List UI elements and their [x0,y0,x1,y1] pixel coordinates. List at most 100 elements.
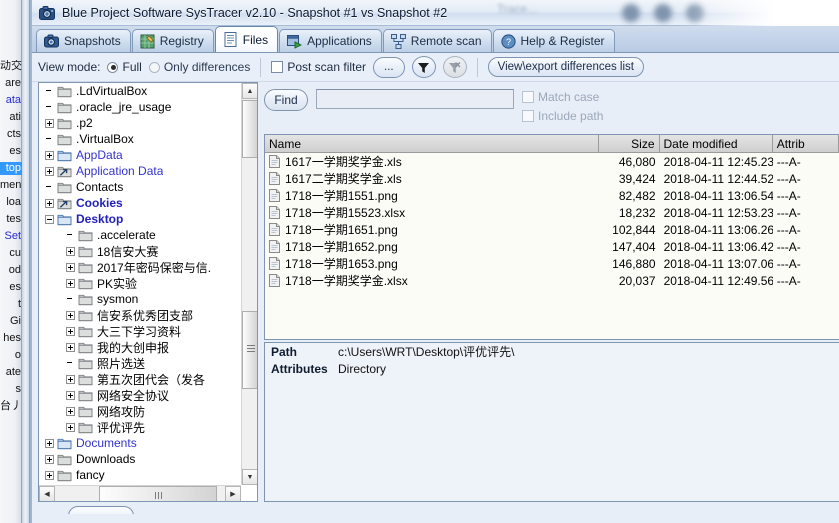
tree-expander-plus-icon[interactable] [45,118,54,128]
column-header-size[interactable]: Size [599,135,660,152]
tree-item[interactable]: 照片选送 [39,355,241,371]
tab-applications[interactable]: Applications [279,29,382,52]
tree-expander-plus-icon[interactable] [45,198,54,208]
file-list-rows[interactable]: 1617一学期奖学金.xls 46,080 2018-04-11 12:45.23-… [265,153,839,289]
tree-h-scroll-thumb[interactable] [99,486,217,501]
tree-item[interactable]: 我的大创申报 [39,339,241,355]
find-button[interactable]: Find [264,89,308,111]
background-tree-item[interactable]: tes [0,213,22,226]
background-explorer-window[interactable]: 动交 are ata ati cts es top men loa tes Set cu od es t Gi… [0,0,22,523]
ellipsis-button[interactable]: ... [373,56,405,78]
tree-item[interactable]: .LdVirtualBox [39,83,241,99]
tree-horizontal-scrollbar[interactable]: ◀ ▶ [39,485,241,501]
column-header-date[interactable]: Date modified [660,135,773,152]
background-tree-item[interactable]: cu [0,247,22,260]
file-list[interactable]: Name Size Date modified Attrib 1617一学期奖学… [264,134,839,340]
tree-v-scroll-thumb[interactable] [242,311,257,389]
table-row[interactable]: 1718一学期1651.png 102,844 2018-04-11 13:06.2… [265,221,839,238]
background-tree-item[interactable]: top [0,162,22,175]
scroll-up-button[interactable]: ▲ [242,83,257,99]
tab-remote-scan[interactable]: Remote scan [382,29,492,52]
tree-expander-minus-icon[interactable] [45,214,54,224]
background-tree-item[interactable]: o [0,349,22,362]
post-scan-filter-checkbox[interactable]: Post scan filter [271,60,366,74]
tree-expander-plus-icon[interactable] [66,310,75,320]
include-path-checkbox[interactable]: Include path [522,109,603,123]
table-row[interactable]: 1718一学期1652.png 147,404 2018-04-11 13:06.4… [265,238,839,255]
scroll-left-button[interactable]: ◀ [39,486,55,501]
tree-expander-plus-icon[interactable] [66,278,75,288]
funnel-clear-icon-button[interactable] [442,56,467,78]
tree-expander-plus-icon[interactable] [45,454,54,464]
tree-item[interactable]: fancy [39,467,241,483]
tree-item[interactable]: Documents [39,435,241,451]
folder-tree-panel[interactable]: .LdVirtualBox .oracle_jre_usage .p2 .Virtua… [38,82,258,502]
tree-expander-plus-icon[interactable] [45,470,54,480]
background-tree-item[interactable]: men [0,179,22,192]
table-row[interactable]: 1718一学期1551.png 82,482 2018-04-11 13:06.54… [265,187,839,204]
tree-item[interactable]: .oracle_jre_usage [39,99,241,115]
radio-full[interactable]: Full [107,60,142,74]
background-tree-item[interactable]: ate [0,366,22,379]
tree-item[interactable]: Cookies [39,195,241,211]
tree-item[interactable]: .p2 [39,115,241,131]
tree-item[interactable]: 评优评先 [39,419,241,435]
tree-expander-plus-icon[interactable] [66,342,75,352]
view-mode-toolbar[interactable]: View mode: Full Only differences Post sc… [32,53,839,82]
table-row[interactable]: 1718一学期奖学金.xlsx 20,037 2018-04-11 12:49.56… [265,272,839,289]
background-tree-item[interactable]: hes [0,332,22,345]
funnel-icon-button[interactable] [411,56,436,78]
tree-expander-plus-icon[interactable] [66,406,75,416]
tree-item[interactable]: .VirtualBox [39,131,241,147]
column-header-attrib[interactable]: Attrib [773,135,839,152]
background-tree-item[interactable]: loa [0,196,22,209]
radio-only-differences[interactable]: Only differences [148,60,250,74]
tree-item[interactable]: 大三下学习资料 [39,323,241,339]
background-tree-item[interactable]: 动交 [0,60,22,73]
tree-item[interactable]: Application Data [39,163,241,179]
tree-item[interactable]: 2017年密码保密与信. [39,259,241,275]
minimize-button[interactable] [622,4,640,22]
table-row[interactable]: 1718一学期15523.xlsx 18,232 2018-04-11 12:53.… [265,204,839,221]
background-tree-item[interactable]: t [0,298,22,311]
table-row[interactable]: 1617二学期奖学金.xls 39,424 2018-04-11 12:44.52-… [265,170,839,187]
match-case-checkbox[interactable]: Match case [522,90,603,104]
background-tree-item[interactable]: ati [0,111,22,124]
tree-vertical-scrollbar[interactable]: ▲ ▼ [241,83,257,485]
tree-expander-plus-icon[interactable] [66,262,75,272]
background-tree-item[interactable]: are [0,77,22,90]
background-tree-item[interactable]: es [0,281,22,294]
tree-item[interactable]: Desktop [39,211,241,227]
view-export-differences-button[interactable]: View\export differences list [487,57,644,77]
tab-registry[interactable]: Registry [131,29,214,52]
file-list-header[interactable]: Name Size Date modified Attrib [265,135,839,153]
find-options[interactable]: Match case Include path [522,89,603,123]
column-header-name[interactable]: Name [265,135,599,152]
tree-item[interactable]: 第五次团代会（发各 [39,371,241,387]
tree-expander-plus-icon[interactable] [66,246,75,256]
tree-item[interactable]: PK实验 [39,275,241,291]
table-row[interactable]: 1718一学期1653.png 146,880 2018-04-11 13:07.0… [265,255,839,272]
tree-item[interactable]: Downloads [39,451,241,467]
title-bar[interactable]: Blue Project Software SysTracer v2.10 - … [32,0,839,26]
table-row[interactable]: 1617一学期奖学金.xls 46,080 2018-04-11 12:45.23-… [265,153,839,170]
tree-item[interactable]: Contacts [39,179,241,195]
background-tree-item[interactable]: cts [0,128,22,141]
tree-item[interactable]: 18信安大赛 [39,243,241,259]
scroll-down-button[interactable]: ▼ [242,469,257,485]
background-tree-item[interactable]: od [0,264,22,277]
tree-expander-plus-icon[interactable] [45,150,54,160]
background-tree-item[interactable]: Gi [0,315,22,328]
main-tab-strip[interactable]: Snapshots Registry Files Applications Remote… [32,26,839,53]
tree-expander-plus-icon[interactable] [45,438,54,448]
tree-expander-plus-icon[interactable] [45,166,54,176]
tree-item[interactable]: sysmon [39,291,241,307]
tree-expander-plus-icon[interactable] [66,374,75,384]
background-tree-item[interactable]: ata [0,94,22,107]
background-tree-item[interactable]: s [0,383,22,396]
tab-files[interactable]: Files [214,26,279,52]
folder-tree-list[interactable]: .LdVirtualBox .oracle_jre_usage .p2 .Virtua… [39,83,241,485]
tree-item[interactable]: 网络攻防 [39,403,241,419]
tree-expander-plus-icon[interactable] [66,390,75,400]
tree-item[interactable]: AppData [39,147,241,163]
